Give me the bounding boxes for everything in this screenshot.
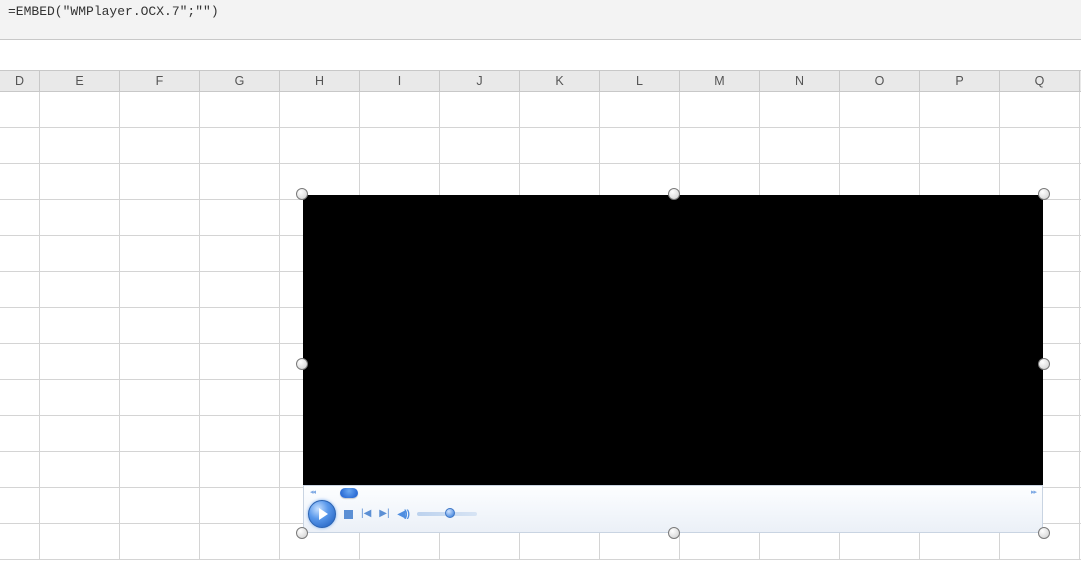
resize-handle-se[interactable] bbox=[1038, 527, 1050, 539]
column-header[interactable]: D bbox=[0, 71, 40, 91]
skip-back-icon[interactable]: ◂◂ bbox=[310, 488, 315, 498]
column-header[interactable]: P bbox=[920, 71, 1000, 91]
column-header[interactable]: E bbox=[40, 71, 120, 91]
media-controls-bar: ◂◂ ▸▸ |◀ ▶| ◀)) bbox=[303, 485, 1043, 533]
formula-input[interactable] bbox=[6, 0, 1081, 20]
column-header[interactable]: I bbox=[360, 71, 440, 91]
seek-bar[interactable]: ◂◂ ▸▸ bbox=[310, 488, 1036, 500]
resize-handle-e[interactable] bbox=[1038, 358, 1050, 370]
skip-forward-icon[interactable]: ▸▸ bbox=[1031, 488, 1036, 498]
volume-slider[interactable] bbox=[417, 512, 477, 516]
resize-handle-n[interactable] bbox=[668, 188, 680, 200]
formula-bar bbox=[0, 0, 1081, 40]
resize-handle-ne[interactable] bbox=[1038, 188, 1050, 200]
resize-handle-sw[interactable] bbox=[296, 527, 308, 539]
resize-handle-nw[interactable] bbox=[296, 188, 308, 200]
resize-handle-s[interactable] bbox=[668, 527, 680, 539]
embedded-wmplayer-object[interactable]: ◂◂ ▸▸ |◀ ▶| ◀)) bbox=[303, 195, 1043, 533]
column-headers: D E F G H I J K L M N O P Q bbox=[0, 70, 1081, 92]
column-header[interactable]: Q bbox=[1000, 71, 1080, 91]
column-header[interactable]: L bbox=[600, 71, 680, 91]
seek-handle[interactable] bbox=[340, 488, 358, 498]
column-header[interactable]: O bbox=[840, 71, 920, 91]
column-header[interactable]: H bbox=[280, 71, 360, 91]
column-header[interactable]: K bbox=[520, 71, 600, 91]
column-header[interactable]: G bbox=[200, 71, 280, 91]
column-header[interactable]: J bbox=[440, 71, 520, 91]
next-button[interactable]: ▶| bbox=[379, 508, 389, 520]
play-button[interactable] bbox=[308, 500, 336, 528]
resize-handle-w[interactable] bbox=[296, 358, 308, 370]
column-header[interactable]: F bbox=[120, 71, 200, 91]
column-header[interactable]: M bbox=[680, 71, 760, 91]
previous-button[interactable]: |◀ bbox=[361, 508, 371, 520]
stop-button[interactable] bbox=[344, 510, 353, 519]
volume-thumb[interactable] bbox=[445, 508, 455, 518]
video-display-area[interactable] bbox=[303, 195, 1043, 485]
speaker-icon[interactable]: ◀)) bbox=[398, 509, 409, 520]
column-header[interactable]: N bbox=[760, 71, 840, 91]
